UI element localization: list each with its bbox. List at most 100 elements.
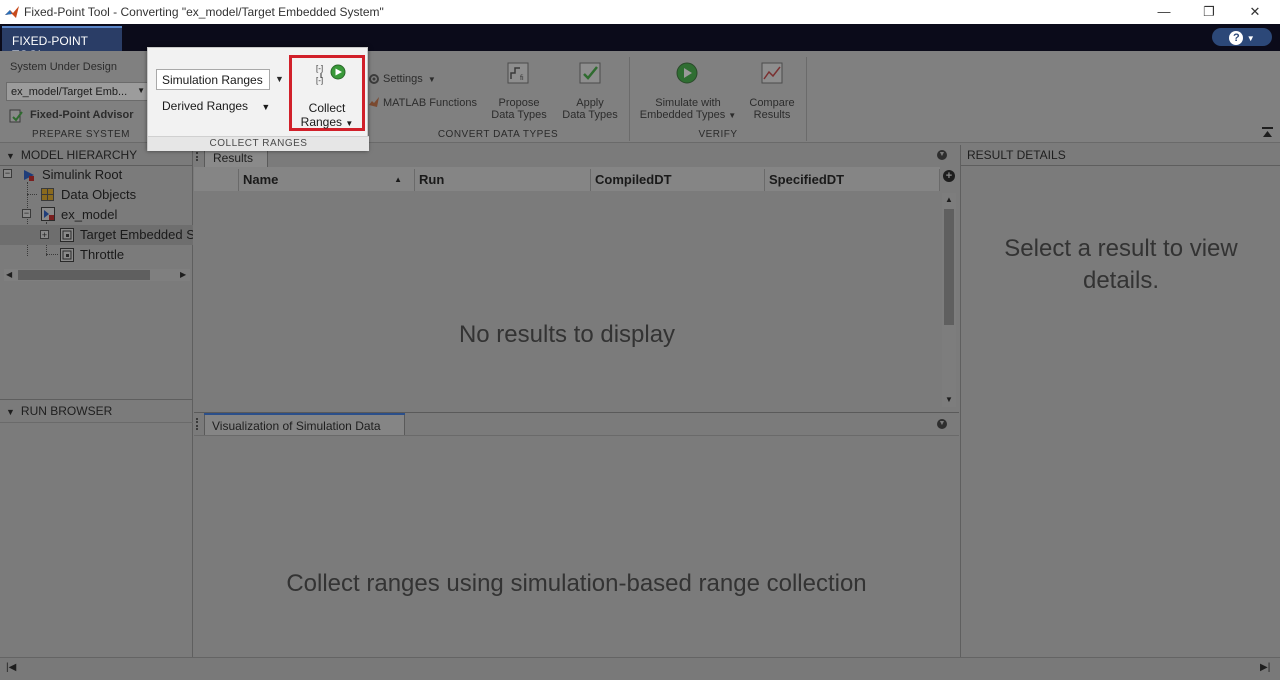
simulation-ranges-option[interactable]: Simulation Ranges [156,69,270,90]
simulate-label-1: Simulate with [655,97,721,109]
compare-results-button[interactable]: Compare Results [744,97,800,121]
run-browser-header[interactable]: ▼ RUN BROWSER [6,404,112,418]
expand-node-icon[interactable]: + [40,230,49,240]
collapse-left-icon[interactable]: |◀ [6,662,16,673]
scroll-up-icon[interactable]: ▲ [945,195,953,204]
scrollbar-thumb[interactable] [944,209,954,325]
simulate-embedded-icon [675,61,699,85]
panel-menu-icon[interactable]: ▼ [937,419,947,429]
tree-item-ex-model[interactable]: ex_model [61,207,117,222]
matlab-logo-icon [5,6,19,18]
minimize-button[interactable]: — [1141,2,1187,22]
data-objects-icon [41,188,54,201]
panel-menu-icon[interactable]: ▼ [937,150,947,160]
sud-value: ex_model/Target Emb... [11,86,128,98]
scrollbar-thumb[interactable] [18,270,150,280]
column-header-run[interactable]: Run [415,169,591,191]
collect-label-1: Collect [308,101,346,115]
derived-ranges-label: Derived Ranges [162,99,249,113]
matlab-functions-button[interactable]: MATLAB Functions [383,97,477,109]
result-details-header: RESULT DETAILS [967,148,1066,162]
apply-label-1: Apply [576,97,604,109]
column-name-label: Name [243,172,279,187]
collect-ranges-button[interactable]: [-] [-] Collect Ranges ▼ [289,55,365,131]
collapse-toolstrip-icon[interactable] [1262,127,1273,138]
simulate-with-embedded-types-button[interactable]: Simulate with Embedded Types ▼ [636,97,740,122]
scroll-right-icon[interactable]: ▶ [180,270,186,279]
tree-line [46,254,58,255]
collect-ranges-label: Collect Ranges ▼ [292,101,362,131]
apply-label-2: Data Types [562,109,618,121]
divider [806,57,807,141]
collapse-triangle-icon: ▼ [6,407,15,417]
derived-ranges-option[interactable]: Derived Ranges ▼ [162,99,270,113]
tab-visualization[interactable]: Visualization of Simulation Data [204,413,405,435]
results-panel: Results ▼ Name ▲ Run CompiledDT Specifie… [194,145,959,411]
sud-dropdown[interactable]: ex_model/Target Emb... ▼ [6,82,148,101]
divider [0,399,193,400]
sud-label: System Under Design [10,61,117,73]
svg-text:[-]: [-] [316,64,323,73]
column-header-compileddt[interactable]: CompiledDT [591,169,765,191]
status-bar: |◀ ▶| [0,657,1280,680]
divider [194,435,959,436]
propose-label-1: Propose [498,97,540,109]
tree-item-throttle[interactable]: Throttle [80,247,124,262]
gear-icon [368,73,380,85]
prepare-system-section: PREPARE SYSTEM [32,129,130,140]
svg-text:[-]: [-] [316,76,323,85]
scroll-down-icon[interactable]: ▼ [945,395,953,404]
apply-data-types-button[interactable]: Apply Data Types [558,97,622,121]
collect-label-2: Ranges [300,115,343,129]
result-details-line-2: details. [1082,267,1160,294]
column-header-specifieddt[interactable]: SpecifiedDT [765,169,940,191]
collapse-right-icon[interactable]: ▶| [1260,662,1270,673]
help-icon: ? [1229,31,1244,45]
settings-button[interactable]: Settings ▼ [383,73,436,85]
restore-button[interactable]: ❐ [1186,2,1232,22]
sort-ascending-icon: ▲ [394,175,402,184]
tree-item-target-embedded-system[interactable]: Target Embedded S [80,227,193,242]
model-icon [41,207,55,221]
collect-ranges-popup: Simulation Ranges ▼ Derived Ranges ▼ [-]… [147,47,369,151]
model-hierarchy-header[interactable]: ▼ MODEL HIERARCHY [6,148,137,162]
settings-label: Settings [383,73,423,85]
collect-ranges-section-label: COLLECT RANGES [209,138,308,149]
tree-item-simulink-root[interactable]: Simulink Root [42,167,122,182]
fixed-point-advisor-button[interactable]: Fixed-Point Advisor [30,109,134,121]
horizontal-scrollbar[interactable]: ◀ ▶ [4,269,190,281]
tab-fixed-point-tool[interactable]: FIXED-POINT TOOL [2,26,122,62]
drag-handle-icon[interactable] [196,418,202,430]
chevron-down-icon[interactable]: ▼ [275,74,284,84]
collect-ranges-icon: [-] [-] [314,62,348,88]
close-button[interactable]: ✕ [1232,2,1278,22]
divider [0,165,193,166]
svg-text:fi: fi [520,75,524,82]
help-dropdown-icon: ▼ [1246,34,1255,43]
title-bar: Fixed-Point Tool - Converting "ex_model/… [0,0,1280,24]
active-tab-indicator [204,413,405,415]
simulate-label-2: Embedded Types [639,109,726,121]
scroll-left-icon[interactable]: ◀ [6,270,12,279]
compare-label-1: Compare [749,97,795,109]
propose-data-types-icon: fi [506,61,530,85]
apply-data-types-icon [578,61,602,85]
chevron-down-icon: ▼ [261,102,271,112]
subsystem-icon [60,228,74,242]
add-column-icon[interactable]: + [943,170,955,182]
run-browser-title: RUN BROWSER [20,404,113,418]
vertical-scrollbar[interactable]: ▲ ▼ [942,193,956,407]
propose-data-types-button[interactable]: Propose Data Types [488,97,550,121]
collapse-node-icon[interactable]: − [22,209,31,218]
compare-label-2: Results [753,109,791,121]
column-header-name[interactable]: Name ▲ [239,169,415,191]
divider [961,165,1280,166]
chevron-down-icon: ▼ [137,86,145,95]
tree-item-data-objects[interactable]: Data Objects [61,187,136,202]
help-button[interactable]: ? ▼ [1212,28,1272,46]
collapse-node-icon[interactable]: − [3,169,12,178]
tree-line [27,194,37,195]
convert-data-types-section: CONVERT DATA TYPES [437,129,559,140]
model-hierarchy-title: MODEL HIERARCHY [20,148,138,162]
result-details-panel: RESULT DETAILS Select a result to view d… [960,145,1280,657]
